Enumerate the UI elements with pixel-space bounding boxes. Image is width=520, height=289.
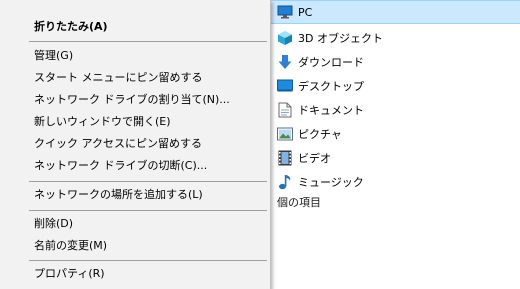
tree-item-music[interactable]: ミュージック xyxy=(271,170,520,194)
music-note-icon xyxy=(277,174,293,190)
menu-item-open-new-window[interactable]: 新しいウィンドウで開く(E) xyxy=(0,111,270,133)
pc-icon xyxy=(277,4,293,20)
context-menu: 折りたたみ(A) 管理(G) スタート メニューにピン留めする ネットワーク ド… xyxy=(0,0,271,289)
menu-item-delete[interactable]: 削除(D) xyxy=(0,213,270,235)
menu-separator xyxy=(29,210,267,211)
tree-item-pictures[interactable]: ピクチャ xyxy=(271,122,520,146)
menu-item-pin-to-quick-access[interactable]: クイック アクセスにピン留めする xyxy=(0,133,270,155)
desktop-icon xyxy=(277,78,293,94)
menu-item-properties[interactable]: プロパティ(R) xyxy=(0,263,270,285)
menu-separator xyxy=(29,260,267,261)
tree-item-videos[interactable]: ビデオ xyxy=(271,146,520,170)
tree-item-label: ミュージック xyxy=(298,176,364,189)
tree-item-label: PC xyxy=(298,5,313,19)
tree-item-label: 3D オブジェクト xyxy=(298,32,383,45)
menu-item-collapse[interactable]: 折りたたみ(A) xyxy=(0,16,270,38)
tree-item-label: ダウンロード xyxy=(298,56,364,69)
download-arrow-icon xyxy=(277,54,293,70)
picture-icon xyxy=(277,126,293,142)
menu-separator xyxy=(29,41,267,42)
film-strip-icon xyxy=(277,150,293,166)
tree-item-3d-objects[interactable]: 3D オブジェクト xyxy=(271,26,520,50)
menu-item-manage[interactable]: 管理(G) xyxy=(0,45,270,67)
tree-item-label: ドキュメント xyxy=(298,104,364,117)
menu-item-map-network-drive[interactable]: ネットワーク ドライブの割り当て(N)... xyxy=(0,89,270,111)
item-count-text: 個の項目 xyxy=(277,196,321,209)
document-icon xyxy=(277,102,293,118)
menu-item-add-network-location[interactable]: ネットワークの場所を追加する(L) xyxy=(0,184,270,206)
tree-item-label: ピクチャ xyxy=(298,128,342,141)
menu-item-disconnect-network-drive[interactable]: ネットワーク ドライブの切断(C)... xyxy=(0,155,270,177)
tree-item-desktop[interactable]: デスクトップ xyxy=(271,74,520,98)
tree-item-label: ビデオ xyxy=(298,152,331,165)
tree-item-label: デスクトップ xyxy=(298,80,364,93)
tree-item-downloads[interactable]: ダウンロード xyxy=(271,50,520,74)
cube-icon xyxy=(277,30,293,46)
tree-item-documents[interactable]: ドキュメント xyxy=(271,98,520,122)
menu-item-pin-to-start[interactable]: スタート メニューにピン留めする xyxy=(0,67,270,89)
tree-item-pc[interactable]: PC xyxy=(271,0,520,24)
menu-separator xyxy=(29,181,267,182)
navigation-pane: PC 3D オブジェクト ダウンロード デスクトップ ドキュメント ピクチャ ビ… xyxy=(271,0,520,289)
menu-item-rename[interactable]: 名前の変更(M) xyxy=(0,235,270,257)
